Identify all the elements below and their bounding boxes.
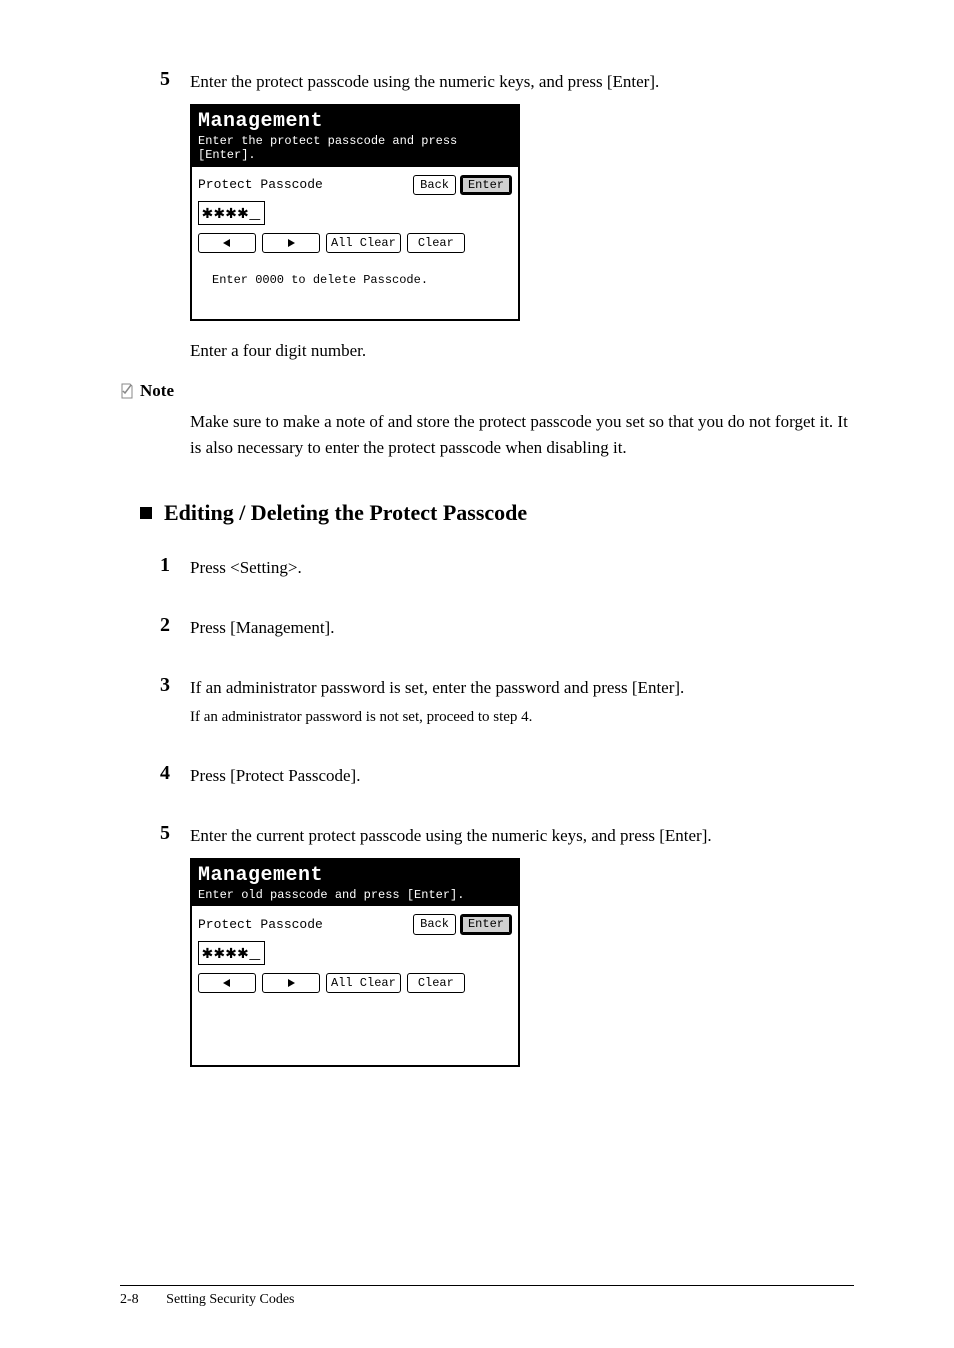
step-5-bottom: 5 Enter the current protect passcode usi… (160, 824, 854, 848)
step-5-top: 5 Enter the protect passcode using the n… (160, 70, 854, 94)
all-clear-button[interactable]: All Clear (326, 233, 401, 253)
step-number: 5 (160, 68, 190, 91)
step-subtext: If an administrator password is not set,… (190, 706, 854, 729)
note-heading-row: Note (120, 381, 854, 401)
device-screen-1: Management Enter the protect passcode an… (190, 104, 520, 322)
note-label: Note (140, 381, 174, 401)
right-arrow-button[interactable] (262, 973, 320, 993)
step-text: Enter the protect passcode using the num… (190, 70, 854, 94)
step-text: Press [Protect Passcode]. (190, 764, 854, 788)
step-text: Enter the current protect passcode using… (190, 824, 854, 848)
screen-body: Protect Passcode Back Enter ✱✱✱✱_ All Cl… (192, 167, 518, 320)
step-number: 5 (160, 822, 190, 845)
clear-button[interactable]: Clear (407, 233, 465, 253)
passcode-input[interactable]: ✱✱✱✱_ (198, 201, 265, 225)
enter-button[interactable]: Enter (460, 175, 512, 195)
screen-subtitle: Enter the protect passcode and press [En… (198, 134, 512, 163)
screen-header: Management Enter the protect passcode an… (192, 106, 518, 167)
left-arrow-button[interactable] (198, 233, 256, 253)
step-text: Press <Setting>. (190, 556, 854, 580)
note-icon (120, 383, 134, 399)
screen-header: Management Enter old passcode and press … (192, 860, 518, 906)
footer-title: Setting Security Codes (166, 1292, 294, 1307)
after-screen-note: Enter a four digit number. (190, 341, 854, 361)
step-number: 3 (160, 674, 190, 697)
step-3: 3 If an administrator password is set, e… (160, 676, 854, 728)
screen-title: Management (198, 864, 512, 888)
section-heading: Editing / Deleting the Protect Passcode (164, 500, 527, 526)
page-footer: 2-8 Setting Security Codes (120, 1285, 854, 1308)
enter-button[interactable]: Enter (460, 914, 512, 934)
step-number: 4 (160, 762, 190, 785)
step-number: 2 (160, 614, 190, 637)
step-number: 1 (160, 554, 190, 577)
all-clear-button[interactable]: All Clear (326, 973, 401, 993)
passcode-input[interactable]: ✱✱✱✱_ (198, 941, 265, 965)
screen-title: Management (198, 110, 512, 134)
step-text: If an administrator password is set, ent… (190, 676, 854, 728)
screen-subtitle: Enter old passcode and press [Enter]. (198, 888, 512, 902)
back-button[interactable]: Back (413, 175, 456, 195)
device-screen-2: Management Enter old passcode and press … (190, 858, 520, 1067)
note-text: Make sure to make a note of and store th… (190, 409, 854, 460)
step-1: 1 Press <Setting>. (160, 556, 854, 580)
page-number: 2-8 (120, 1292, 139, 1308)
left-arrow-button[interactable] (198, 973, 256, 993)
passcode-label: Protect Passcode (198, 177, 323, 192)
step-4: 4 Press [Protect Passcode]. (160, 764, 854, 788)
step-2: 2 Press [Management]. (160, 616, 854, 640)
clear-button[interactable]: Clear (407, 973, 465, 993)
section-heading-row: Editing / Deleting the Protect Passcode (140, 500, 854, 526)
step-text: Press [Management]. (190, 616, 854, 640)
back-button[interactable]: Back (413, 914, 456, 934)
right-arrow-button[interactable] (262, 233, 320, 253)
screen-body: Protect Passcode Back Enter ✱✱✱✱_ All Cl… (192, 906, 518, 1065)
passcode-label: Protect Passcode (198, 917, 323, 932)
screen-hint: Enter 0000 to delete Passcode. (212, 273, 512, 287)
square-bullet-icon (140, 507, 152, 519)
